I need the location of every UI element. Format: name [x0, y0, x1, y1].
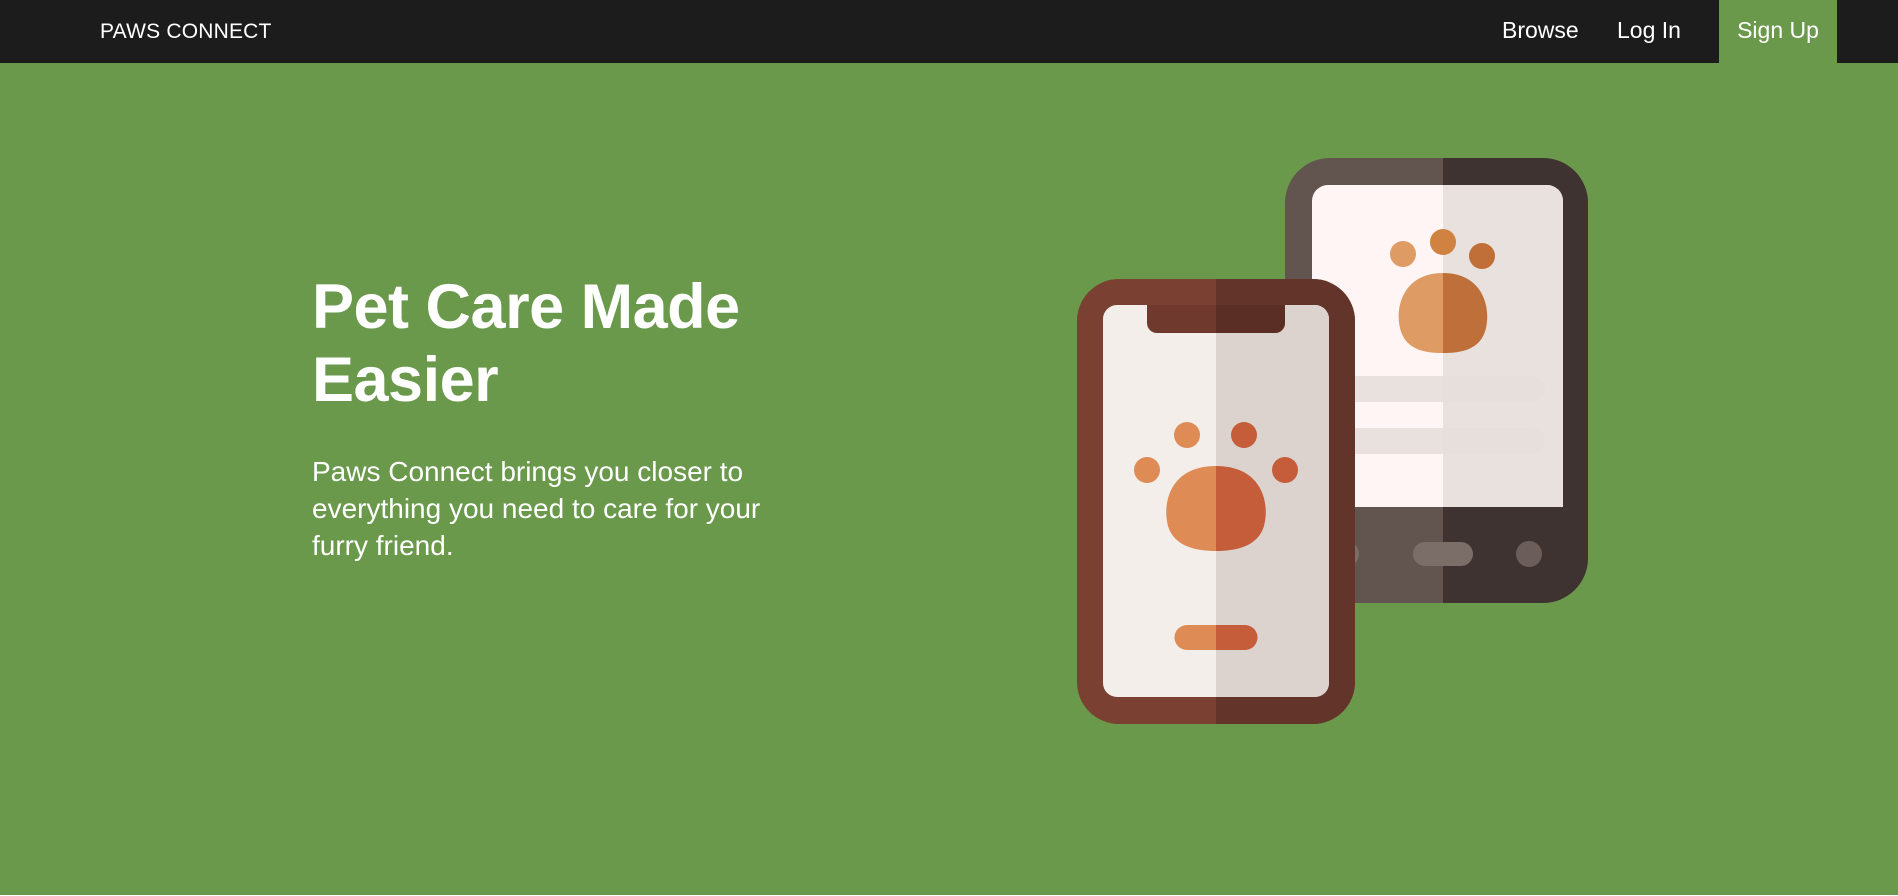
hero-subtitle: Paws Connect brings you closer to everyt… [312, 456, 761, 561]
nav-browse-link[interactable]: Browse [1502, 0, 1579, 63]
hero-title: Pet Care Made Easier [312, 272, 740, 415]
top-navbar: PAWS CONNECT Browse Log In Sign Up [0, 0, 1898, 63]
brand-logo[interactable]: PAWS CONNECT [100, 0, 272, 63]
hero-section: Pet Care Made Easier Paws Connect brings… [0, 63, 1898, 895]
nav-signup-button[interactable]: Sign Up [1719, 0, 1837, 63]
two-phones-paw-icon [1077, 158, 1588, 724]
nav-login-link[interactable]: Log In [1617, 0, 1681, 63]
front-phone-icon [1077, 279, 1355, 724]
